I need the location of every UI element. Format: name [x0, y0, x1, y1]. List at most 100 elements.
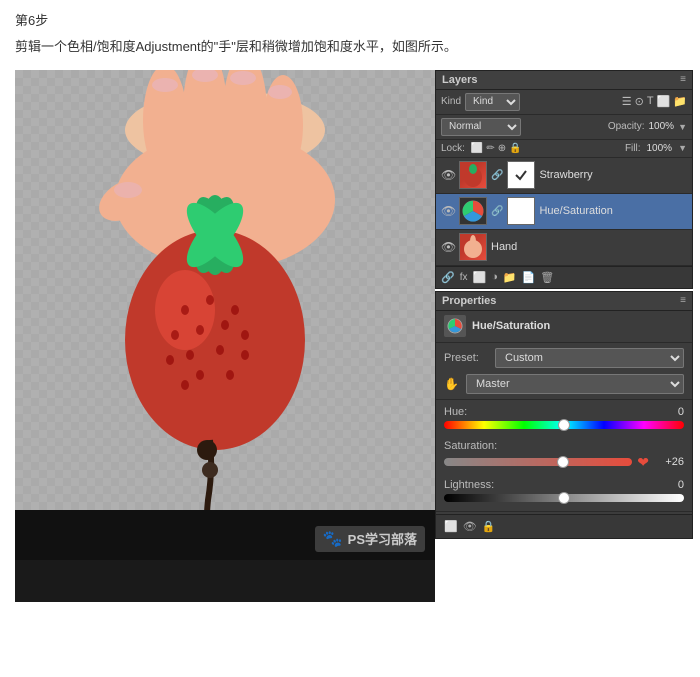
fill-label: Fill: [625, 143, 641, 154]
saturation-track[interactable] [444, 458, 632, 466]
hue-thumb[interactable] [558, 419, 570, 431]
hue-label: Hue: [444, 406, 467, 418]
mask-thumb-strawberry [507, 161, 535, 189]
properties-panel-icons: ≡ [680, 295, 686, 306]
hue-sat-icon [444, 315, 466, 337]
mask-thumb-hue-sat [507, 197, 535, 225]
saturation-thumb[interactable] [557, 456, 569, 468]
lock-icons: ⬜ ✏ ⊕ 🔒 [471, 143, 522, 154]
lightness-value: 0 [654, 479, 684, 491]
blend-mode-select[interactable]: Normal [441, 118, 521, 136]
fill-value: 100% [647, 143, 673, 154]
layers-panel-header: Layers ≡ [436, 71, 692, 90]
preset-label: Preset: [444, 352, 489, 364]
hue-label-row: Hue: 0 [444, 406, 684, 418]
kind-label: Kind [441, 96, 461, 107]
eye-icon-hand[interactable]: 👁 [441, 240, 455, 254]
layer-row-hand[interactable]: 👁 Hand [436, 230, 692, 266]
props-icon-1[interactable]: ⬜ [444, 520, 458, 533]
master-select[interactable]: Master Reds Yellows Greens Cyans Blues M… [466, 374, 684, 394]
layer-name-hand: Hand [491, 241, 687, 253]
properties-panel: Properties ≡ Hue/Saturation [435, 291, 693, 539]
saturation-label: Saturation: [444, 440, 497, 452]
blending-row: Normal Opacity: 100% ▼ [436, 115, 692, 140]
filter-icon-3: T [647, 95, 654, 108]
watermark-text: PS学习部落 [348, 529, 417, 548]
layers-panel: Layers ≡ Kind Kind ☰ ⊙ T ⬜ [435, 70, 693, 289]
delete-icon[interactable]: 🗑 [540, 271, 554, 284]
eye-icon-hue-sat[interactable]: 👁 [441, 204, 455, 218]
layers-kind-row: Kind Kind ☰ ⊙ T ⬜ 📁 [436, 90, 692, 115]
link-bottom-icon[interactable]: 🔗 [441, 271, 455, 284]
opacity-label: Opacity: [608, 121, 645, 132]
lock-row: Lock: ⬜ ✏ ⊕ 🔒 Fill: 100% ▼ [436, 140, 692, 158]
filter-icon-2: ⊙ [635, 95, 644, 108]
layer-row-strawberry[interactable]: 👁 🔗 Strawberry [436, 158, 692, 194]
lock-label: Lock: [441, 143, 465, 154]
canvas-column: 🐾 PS学习部落 [15, 70, 435, 602]
layers-panel-title: Layers [442, 74, 477, 86]
props-icon-2[interactable]: 👁 [463, 520, 477, 533]
opacity-arrow[interactable]: ▼ [678, 122, 687, 132]
lightness-label-row: Lightness: 0 [444, 479, 684, 491]
thumb-hand [459, 233, 487, 261]
master-row: ✋ Master Reds Yellows Greens Cyans Blues… [436, 371, 692, 397]
panels-column: Layers ≡ Kind Kind ☰ ⊙ T ⬜ [435, 70, 693, 602]
eye-icon-strawberry[interactable]: 👁 [441, 168, 455, 182]
hue-value: 0 [654, 406, 684, 418]
thumb-strawberry [459, 161, 487, 189]
lightness-slider-section: Lightness: 0 [436, 475, 692, 509]
layer-row-hue-sat[interactable]: 👁 🔗 Hue [436, 194, 692, 230]
divider-3 [436, 511, 692, 512]
lock-icon-1: ⬜ [471, 143, 483, 154]
divider-1 [436, 342, 692, 343]
properties-subtitle-text: Hue/Saturation [472, 320, 550, 332]
step-desc: 剪辑一个色相/饱和度Adjustment的"手"层和稍微增加饱和度水平，如图所示… [15, 37, 685, 58]
lightness-track[interactable] [444, 494, 684, 502]
fill-arrow[interactable]: ▼ [678, 143, 687, 153]
hue-track[interactable] [444, 421, 684, 429]
layer-link-hue-sat: 🔗 [491, 206, 503, 217]
properties-subtitle-row: Hue/Saturation [436, 311, 692, 340]
thumb-hue-sat [459, 197, 487, 225]
adjustment-icon[interactable]: ◑ [491, 271, 498, 283]
page-container: 第6步 剪辑一个色相/饱和度Adjustment的"手"层和稍微增加饱和度水平，… [0, 0, 700, 612]
hand-tool-icon[interactable]: ✋ [444, 377, 460, 391]
filter-icon-5: 📁 [673, 95, 687, 108]
layer-name-hue-sat: Hue/Saturation [539, 205, 687, 217]
kind-select[interactable]: Kind [465, 93, 520, 111]
new-layer-icon[interactable]: 📄 [522, 271, 536, 284]
step-title: 第6步 [15, 10, 685, 29]
layers-bottom-toolbar: 🔗 fx ⬜ ◑ 📁 📄 🗑 [436, 266, 692, 288]
lightness-label: Lightness: [444, 479, 494, 491]
saturation-heart-icon: ❤ [637, 454, 649, 471]
properties-panel-title: Properties [442, 295, 496, 307]
layers-menu-icon[interactable]: ≡ [680, 74, 686, 85]
filter-icons: ☰ ⊙ T ⬜ 📁 [622, 95, 687, 108]
watermark: 🐾 PS学习部落 [315, 526, 425, 552]
saturation-value: +26 [654, 456, 684, 468]
preset-row: Preset: Custom Default [436, 345, 692, 371]
opacity-value: 100% [649, 121, 675, 132]
properties-menu-icon[interactable]: ≡ [680, 295, 686, 306]
divider-2 [436, 399, 692, 400]
props-icon-3[interactable]: 🔒 [482, 520, 496, 533]
watermark-icon: 🐾 [323, 529, 343, 549]
lightness-thumb[interactable] [558, 492, 570, 504]
layer-link-strawberry: 🔗 [491, 170, 503, 181]
canvas-footer [15, 560, 435, 602]
add-mask-icon[interactable]: ⬜ [472, 271, 486, 284]
filter-icon-4: ⬜ [657, 95, 671, 108]
lock-icon-2: ✏ [486, 143, 494, 154]
folder-icon[interactable]: 📁 [503, 271, 517, 284]
preset-select[interactable]: Custom Default [495, 348, 684, 368]
layer-name-strawberry: Strawberry [539, 169, 687, 181]
fx-label[interactable]: fx [460, 272, 468, 283]
hue-slider-section: Hue: 0 [436, 402, 692, 436]
lock-icon-3: ⊕ [498, 143, 506, 154]
properties-bottom-row: ⬜ 👁 🔒 [436, 514, 692, 538]
saturation-slider-section: Saturation: ❤ +26 [436, 436, 692, 475]
saturation-label-row: Saturation: [444, 440, 684, 452]
filter-icon-1: ☰ [622, 95, 632, 108]
lock-icon-4: 🔒 [509, 143, 521, 154]
